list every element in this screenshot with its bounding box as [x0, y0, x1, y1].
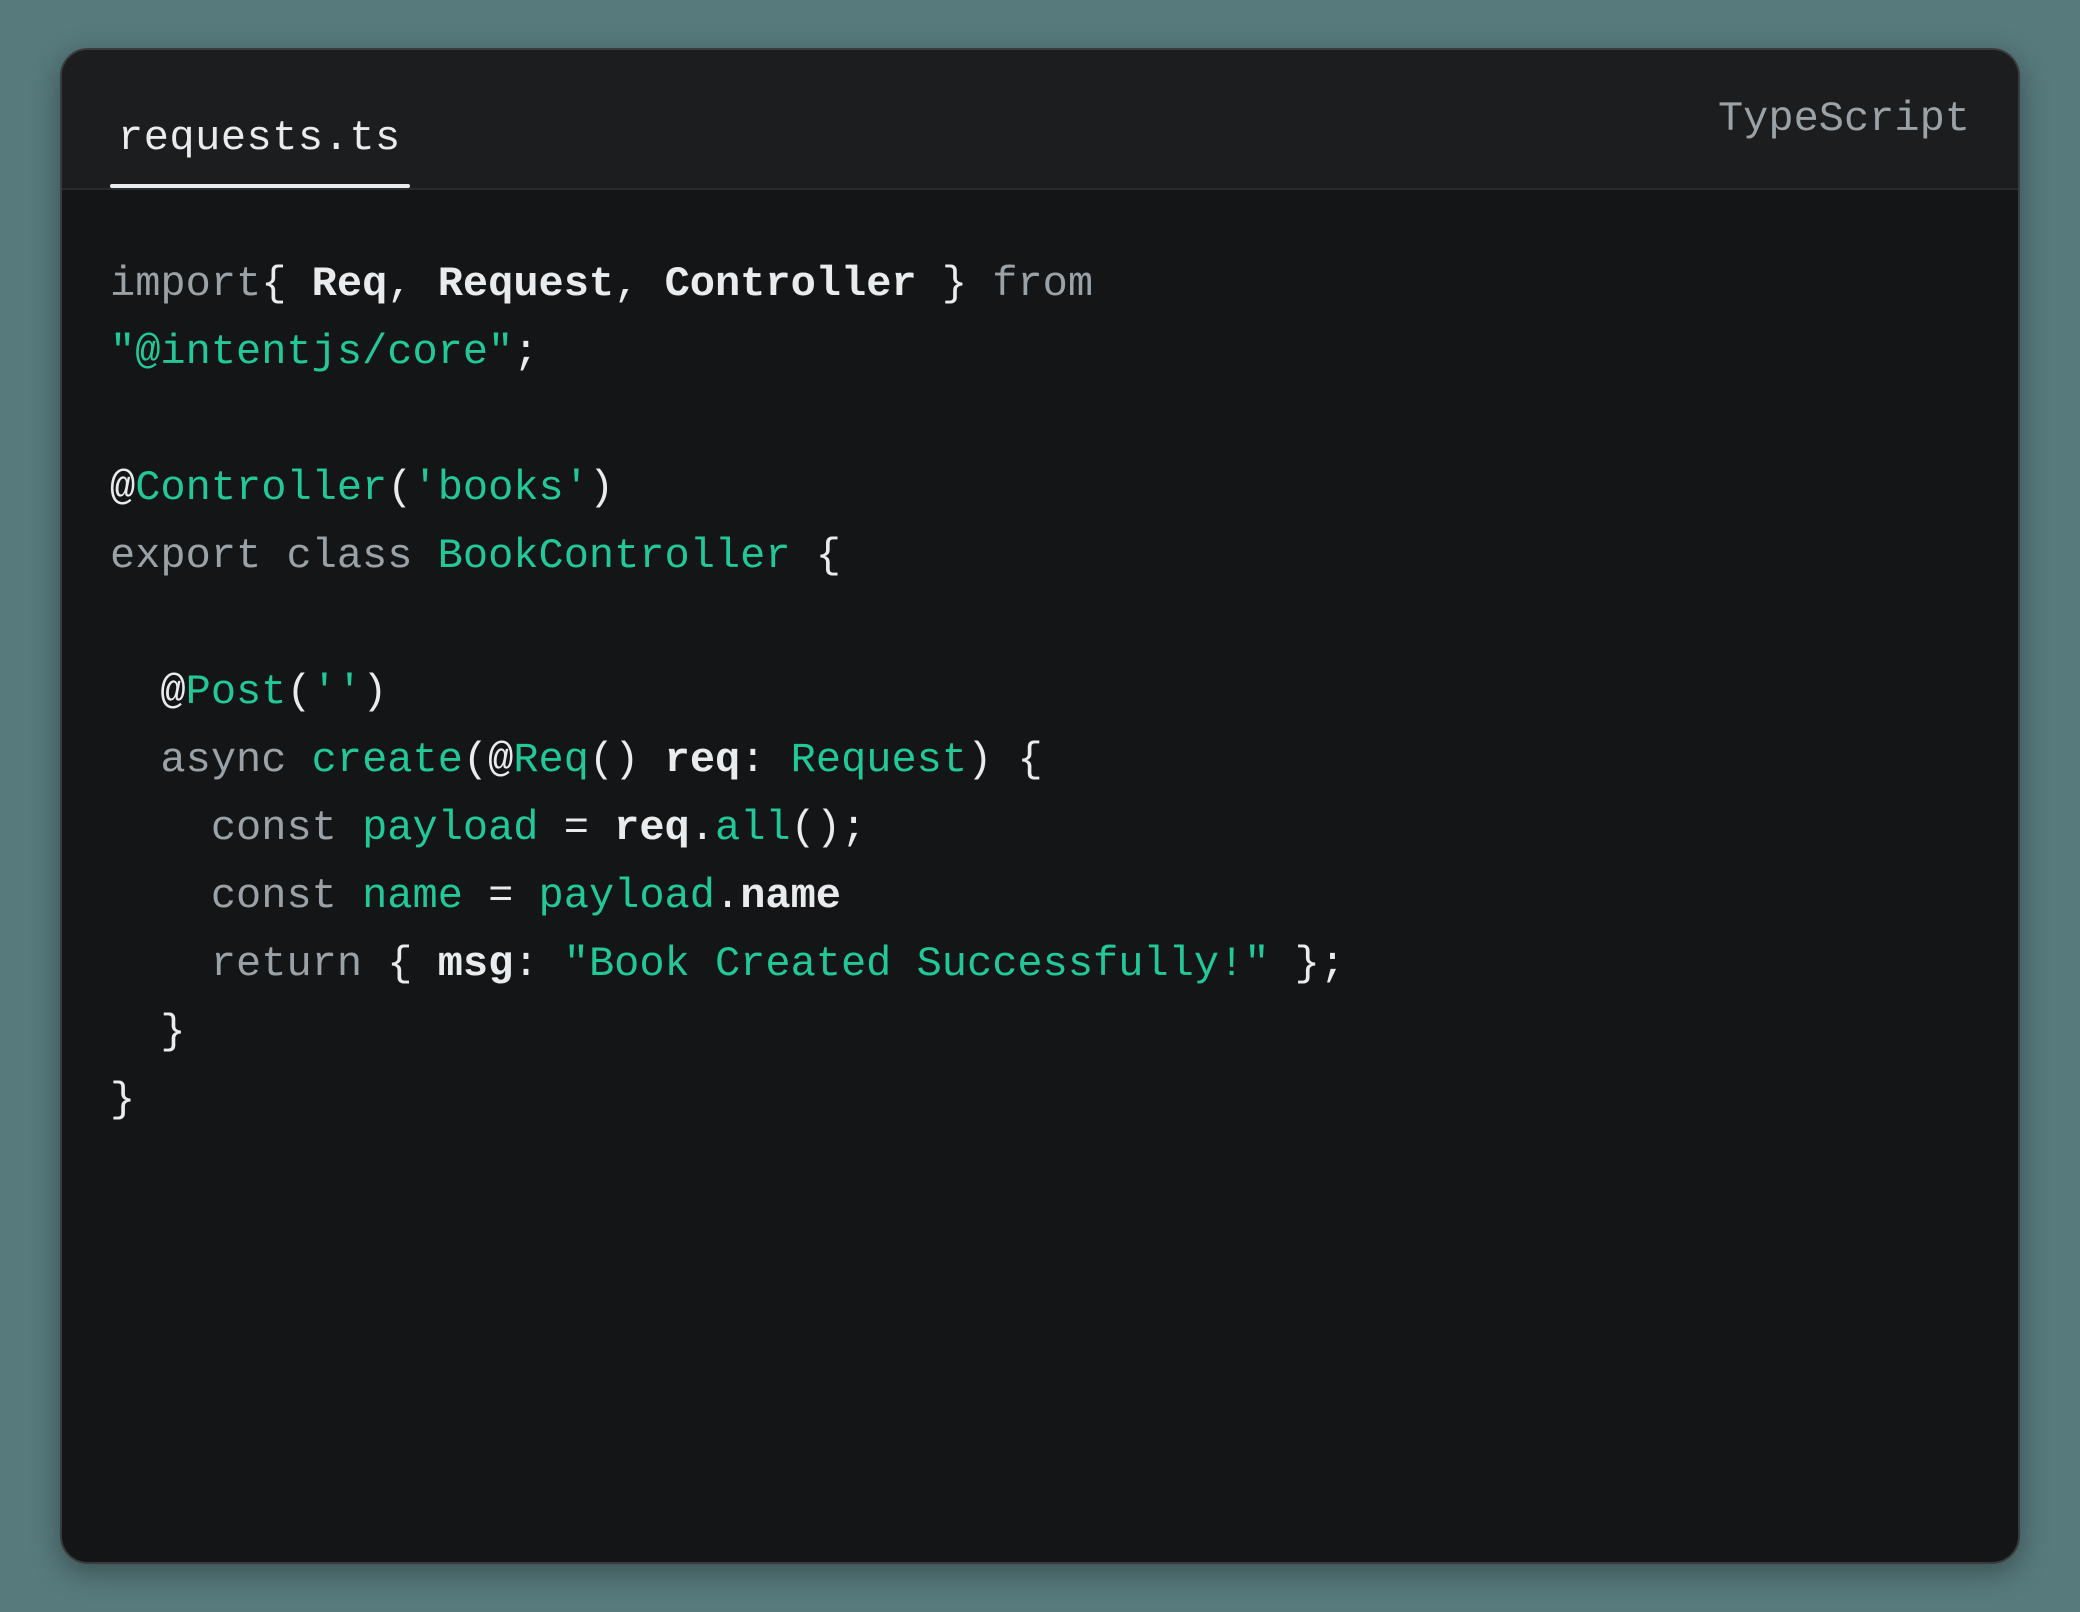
- language-label: TypeScript: [1718, 95, 1970, 143]
- code-line-1: import{ Req, Request, Controller } from: [110, 260, 1093, 308]
- code-line-4: @Controller('books'): [110, 464, 614, 512]
- code-line-12: }: [110, 1008, 186, 1056]
- code-line-7: @Post(''): [110, 668, 387, 716]
- code-line-13: }: [110, 1076, 135, 1124]
- file-tab[interactable]: requests.ts: [110, 50, 410, 188]
- code-line-11: return { msg: "Book Created Successfully…: [110, 940, 1345, 988]
- code-line-10: const name = payload.name: [110, 872, 841, 920]
- code-line-9: const payload = req.all();: [110, 804, 866, 852]
- file-tab-underline: [110, 184, 410, 188]
- code-line-5: export class BookController {: [110, 532, 841, 580]
- file-tab-label: requests.ts: [110, 114, 410, 184]
- code-line-2: "@intentjs/core";: [110, 328, 538, 376]
- code-block: import{ Req, Request, Controller } from …: [62, 190, 2018, 1194]
- tab-bar: requests.ts TypeScript: [62, 50, 2018, 190]
- code-snippet-frame: requests.ts TypeScript import{ Req, Requ…: [60, 48, 2020, 1564]
- code-line-8: async create(@Req() req: Request) {: [110, 736, 1043, 784]
